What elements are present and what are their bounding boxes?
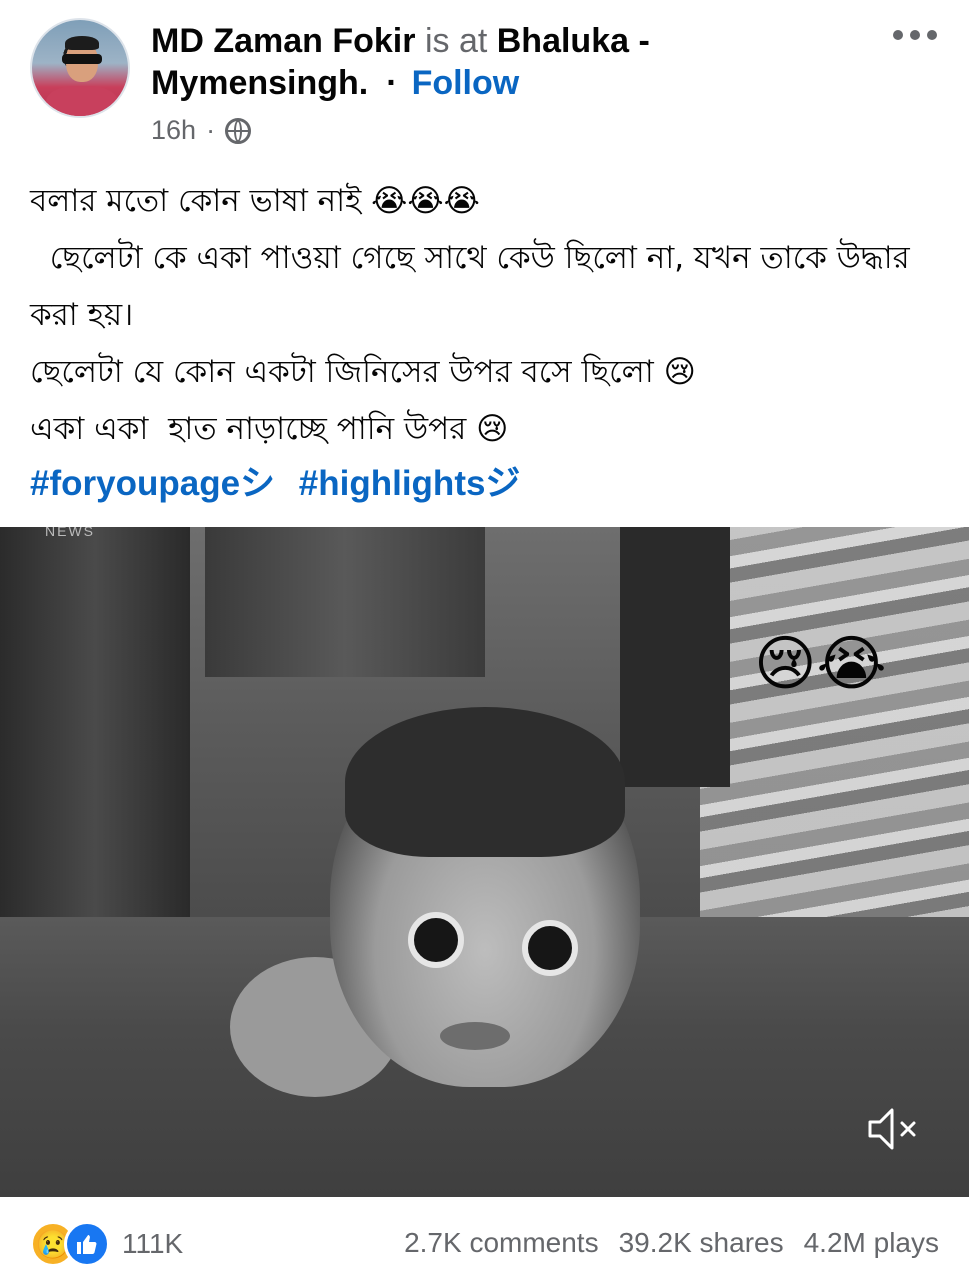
video-player[interactable]: NEWS 😢😭: [0, 527, 969, 1197]
volume-muted-icon[interactable]: [866, 1104, 920, 1154]
post-text-line: ছেলেটা যে কোন একটা জিনিসের উপর বসে ছিলো …: [30, 354, 696, 390]
separator-dot: ·: [386, 64, 398, 102]
globe-icon: [225, 117, 252, 144]
post-meta: 16h ·: [151, 115, 252, 146]
hashtag-link[interactable]: #highlightsジ: [299, 464, 521, 503]
video-child-hair: [345, 707, 625, 857]
like-reaction-icon: [64, 1221, 110, 1267]
plays-count: 4.2M plays: [803, 1227, 939, 1258]
post-text-line: বলার মতো কোন ভাষা নাই 😭😭😭: [30, 183, 480, 219]
post-time[interactable]: 16h: [151, 115, 196, 146]
post-stats: 2.7K comments 39.2K shares 4.2M plays: [404, 1227, 939, 1259]
comments-count[interactable]: 2.7K comments: [404, 1227, 599, 1259]
video-child-eye: [522, 920, 578, 976]
video-child-eye: [408, 912, 464, 968]
video-watermark: NEWS: [45, 527, 95, 539]
post-body: বলার মতো কোন ভাষা নাই 😭😭😭 ছেলেটা কে একা …: [30, 173, 945, 458]
hashtags: #foryoupageシ #highlightsジ: [30, 455, 534, 506]
post-text-line: ছেলেটা কে একা পাওয়া গেছে সাথে কেউ ছিলো …: [30, 240, 920, 333]
author-name[interactable]: MD Zaman Fokir: [151, 22, 415, 60]
shares-count[interactable]: 39.2K shares: [619, 1227, 784, 1259]
post-header: MD Zaman Fokir is at Bhaluka - Mymensing…: [151, 20, 711, 104]
video-wooden-post: [620, 527, 730, 787]
reactions-summary[interactable]: 😢 111K: [30, 1221, 183, 1267]
location-connector: is at: [424, 22, 488, 60]
hashtag-link[interactable]: #foryoupageシ: [30, 464, 275, 503]
post-text-line: একা একা হাত নাড়াচ্ছে পানি উপর 😢: [30, 411, 509, 447]
follow-button[interactable]: Follow: [412, 64, 520, 102]
meta-separator: ·: [206, 115, 216, 145]
reaction-count: 111K: [122, 1228, 184, 1259]
video-overlay-emojis: 😢😭: [754, 629, 887, 699]
author-avatar[interactable]: [30, 18, 130, 118]
video-background: [205, 527, 485, 677]
more-options-icon[interactable]: [893, 30, 937, 40]
video-child-mouth: [440, 1022, 510, 1050]
post-footer: 😢 111K 2.7K comments 39.2K shares 4.2M p…: [0, 1215, 969, 1275]
